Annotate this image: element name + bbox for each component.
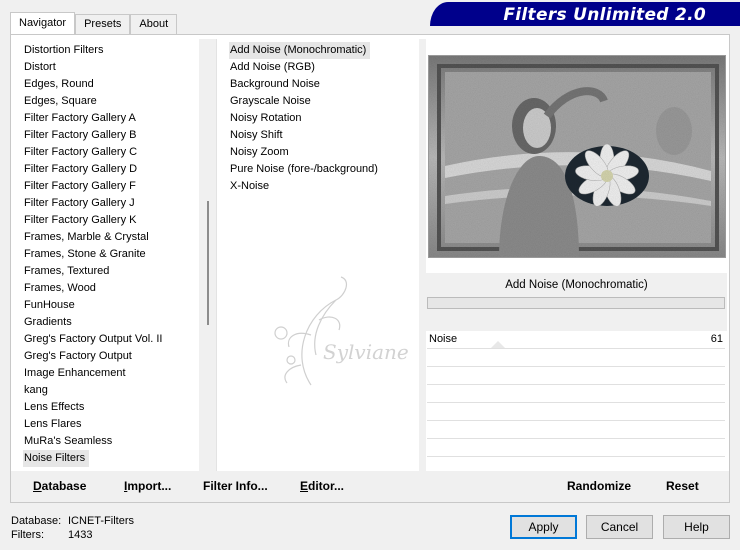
import-button[interactable]: Import... xyxy=(124,479,171,493)
filter-list-item[interactable]: Noisy Zoom xyxy=(229,144,419,161)
category-list-item[interactable]: Frames, Textured xyxy=(23,263,203,280)
category-list-item[interactable]: Lens Effects xyxy=(23,399,203,416)
reset-button[interactable]: Reset xyxy=(666,479,699,493)
param-row-empty xyxy=(427,421,725,439)
param-row-empty xyxy=(427,349,725,367)
param-row-empty xyxy=(427,367,725,385)
category-list-item[interactable]: Noise Filters xyxy=(23,450,90,467)
tab-navigator[interactable]: Navigator xyxy=(10,12,76,34)
filter-list-item[interactable]: Noisy Rotation xyxy=(229,110,419,127)
param-row-empty xyxy=(427,403,725,421)
filter-list-item[interactable]: Grayscale Noise xyxy=(229,93,419,110)
param-row-empty xyxy=(427,385,725,403)
category-list-item[interactable]: FunHouse xyxy=(23,297,203,314)
category-list-item[interactable]: Filter Factory Gallery J xyxy=(23,195,203,212)
filter-list-item[interactable]: Noisy Shift xyxy=(229,127,419,144)
cancel-button[interactable]: Cancel xyxy=(586,515,653,539)
category-list-item[interactable]: Filter Factory Gallery A xyxy=(23,110,203,127)
category-list-item[interactable]: Filter Factory Gallery D xyxy=(23,161,203,178)
tab-about[interactable]: About xyxy=(130,14,178,34)
category-list-item[interactable]: Filter Factory Gallery K xyxy=(23,212,203,229)
category-list-item[interactable]: MuRa's Seamless xyxy=(23,433,203,450)
category-list-item[interactable]: Edges, Square xyxy=(23,93,203,110)
category-list-item[interactable]: Lens Flares xyxy=(23,416,203,433)
param-label: Noise xyxy=(429,333,458,345)
category-list[interactable]: Distortion Filters Distort Edges, Round Edg… xyxy=(23,42,203,470)
category-list-item[interactable]: kang xyxy=(23,382,203,399)
param-value: 61 xyxy=(710,333,723,345)
help-button[interactable]: Help xyxy=(663,515,730,539)
tab-presets[interactable]: Presets xyxy=(75,14,131,34)
category-list-item[interactable]: Edges, Round xyxy=(23,76,203,93)
current-filter-name: Add Noise (Monochromatic) xyxy=(505,279,648,291)
tab-bar: Navigator Presets About xyxy=(10,12,178,34)
database-button[interactable]: Database xyxy=(33,479,86,493)
category-list-item[interactable]: Image Enhancement xyxy=(23,365,203,382)
filters-label: Filters: xyxy=(11,529,44,541)
filter-list-item[interactable]: Add Noise (Monochromatic) xyxy=(229,42,371,59)
category-list-item[interactable]: Frames, Wood xyxy=(23,280,203,297)
category-list-item[interactable]: Filter Factory Gallery C xyxy=(23,144,203,161)
scrollbar-thumb[interactable] xyxy=(207,201,209,325)
filters-count: 1433 xyxy=(68,529,93,541)
filter-list-item[interactable]: X-Noise xyxy=(229,178,419,195)
filters-status: Filters: 1433 xyxy=(11,529,92,541)
navigator-panel: Distortion Filters Distort Edges, Round Edg… xyxy=(10,34,730,503)
banner-title: Filters Unlimited 2.0 xyxy=(503,5,706,25)
database-status: Database: ICNET-Filters xyxy=(11,515,134,527)
divider xyxy=(216,39,217,471)
param-row-noise[interactable]: Noise 61 xyxy=(427,331,725,349)
database-label: Database: xyxy=(11,515,62,527)
category-list-item[interactable]: Frames, Stone & Granite xyxy=(23,246,203,263)
category-list-item[interactable]: Greg's Factory Output xyxy=(23,348,203,365)
filter-list-item[interactable]: Pure Noise (fore-/background) xyxy=(229,161,419,178)
category-list-item[interactable]: Gradients xyxy=(23,314,203,331)
filter-list[interactable]: Add Noise (Monochromatic) Add Noise (RGB)… xyxy=(229,42,419,470)
filter-info-button[interactable]: Filter Info... xyxy=(203,479,268,493)
sylviane-watermark: Sylviane xyxy=(274,276,409,386)
category-scrollbar[interactable] xyxy=(199,39,216,471)
randomize-button[interactable]: Randomize xyxy=(567,479,631,493)
apply-button[interactable]: Apply xyxy=(510,515,577,539)
filter-name-bar xyxy=(427,297,725,309)
preview-area: Add Noise (Monochromatic) Noise 61 xyxy=(426,39,727,475)
category-list-item[interactable]: Greg's Factory Output Vol. II xyxy=(23,331,203,348)
database-value: ICNET-Filters xyxy=(68,515,134,527)
slider-marker[interactable] xyxy=(491,341,505,348)
category-list-item[interactable]: Filter Factory Gallery B xyxy=(23,127,203,144)
title-banner: Filters Unlimited 2.0 xyxy=(430,2,740,26)
editor-button[interactable]: Editor... xyxy=(300,479,344,493)
category-list-item[interactable]: Filter Factory Gallery F xyxy=(23,178,203,195)
watermark-text: Sylviane xyxy=(323,340,409,364)
category-list-item[interactable]: Distort xyxy=(23,59,203,76)
filter-preview-image xyxy=(428,55,726,258)
filter-list-item[interactable]: Add Noise (RGB) xyxy=(229,59,419,76)
filter-list-item[interactable]: Background Noise xyxy=(229,76,419,93)
navigator-button-bar: Database Import... Filter Info... Editor… xyxy=(11,471,729,502)
category-list-item[interactable]: Frames, Marble & Crystal xyxy=(23,229,203,246)
param-row-empty xyxy=(427,439,725,457)
category-list-item[interactable]: Distortion Filters xyxy=(23,42,203,59)
